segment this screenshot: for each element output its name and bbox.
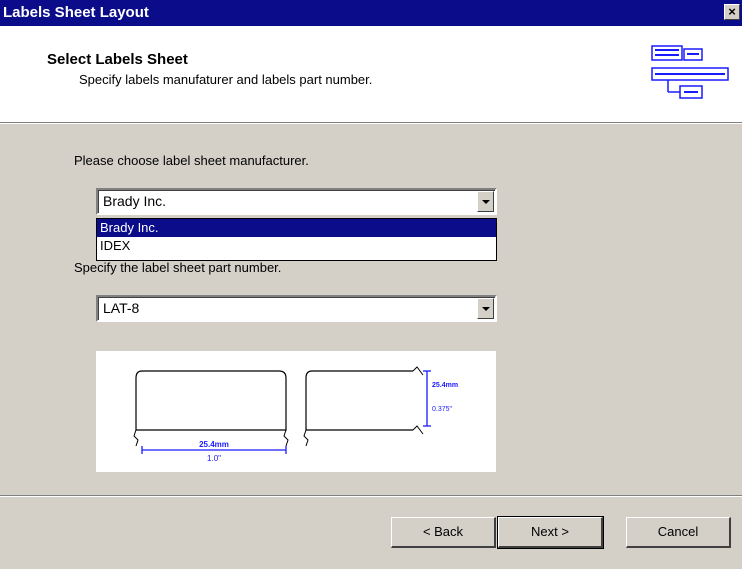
- page-title: Select Labels Sheet: [47, 51, 188, 68]
- part-number-value: LAT-8: [103, 300, 140, 316]
- manufacturer-select[interactable]: Brady Inc.: [96, 188, 497, 215]
- label-dimension-diagram: 25.4mm 1.0" 25.4mm 0.375": [133, 366, 458, 463]
- dropdown-option-brady[interactable]: Brady Inc.: [97, 219, 496, 237]
- cancel-button[interactable]: Cancel: [626, 517, 731, 548]
- dialog-window: Labels Sheet Layout × Select Labels Shee…: [0, 0, 742, 569]
- page-subtitle: Specify labels manufaturer and labels pa…: [79, 72, 373, 87]
- label-layout-preview: 25.4mm 1.0" 25.4mm 0.375": [96, 351, 496, 472]
- manufacturer-dropdown-list[interactable]: Brady Inc. IDEX: [96, 218, 497, 261]
- height-in-label: 0.375": [432, 406, 453, 413]
- title-bar[interactable]: Labels Sheet Layout ×: [0, 0, 742, 26]
- window-title: Labels Sheet Layout: [3, 4, 149, 21]
- width-mm-label: 25.4mm: [199, 440, 229, 449]
- dropdown-option-idex[interactable]: IDEX: [97, 237, 496, 255]
- header-divider-highlight: [0, 123, 742, 124]
- part-number-label: Specify the label sheet part number.: [74, 260, 282, 275]
- wizard-header: Select Labels Sheet Specify labels manuf…: [0, 26, 742, 122]
- manufacturer-label: Please choose label sheet manufacturer.: [74, 153, 309, 168]
- close-button[interactable]: ×: [724, 4, 740, 20]
- chevron-down-icon[interactable]: [477, 298, 494, 319]
- height-mm-label: 25.4mm: [432, 382, 458, 389]
- part-number-select[interactable]: LAT-8: [96, 295, 497, 322]
- manufacturer-value: Brady Inc.: [103, 193, 167, 209]
- footer-divider-highlight: [0, 496, 742, 497]
- label-sheet-icon: [651, 45, 729, 99]
- width-in-label: 1.0": [207, 454, 221, 463]
- chevron-down-icon[interactable]: [477, 191, 494, 212]
- back-button[interactable]: < Back: [391, 517, 496, 548]
- close-icon: ×: [728, 4, 736, 19]
- next-button[interactable]: Next >: [497, 516, 604, 549]
